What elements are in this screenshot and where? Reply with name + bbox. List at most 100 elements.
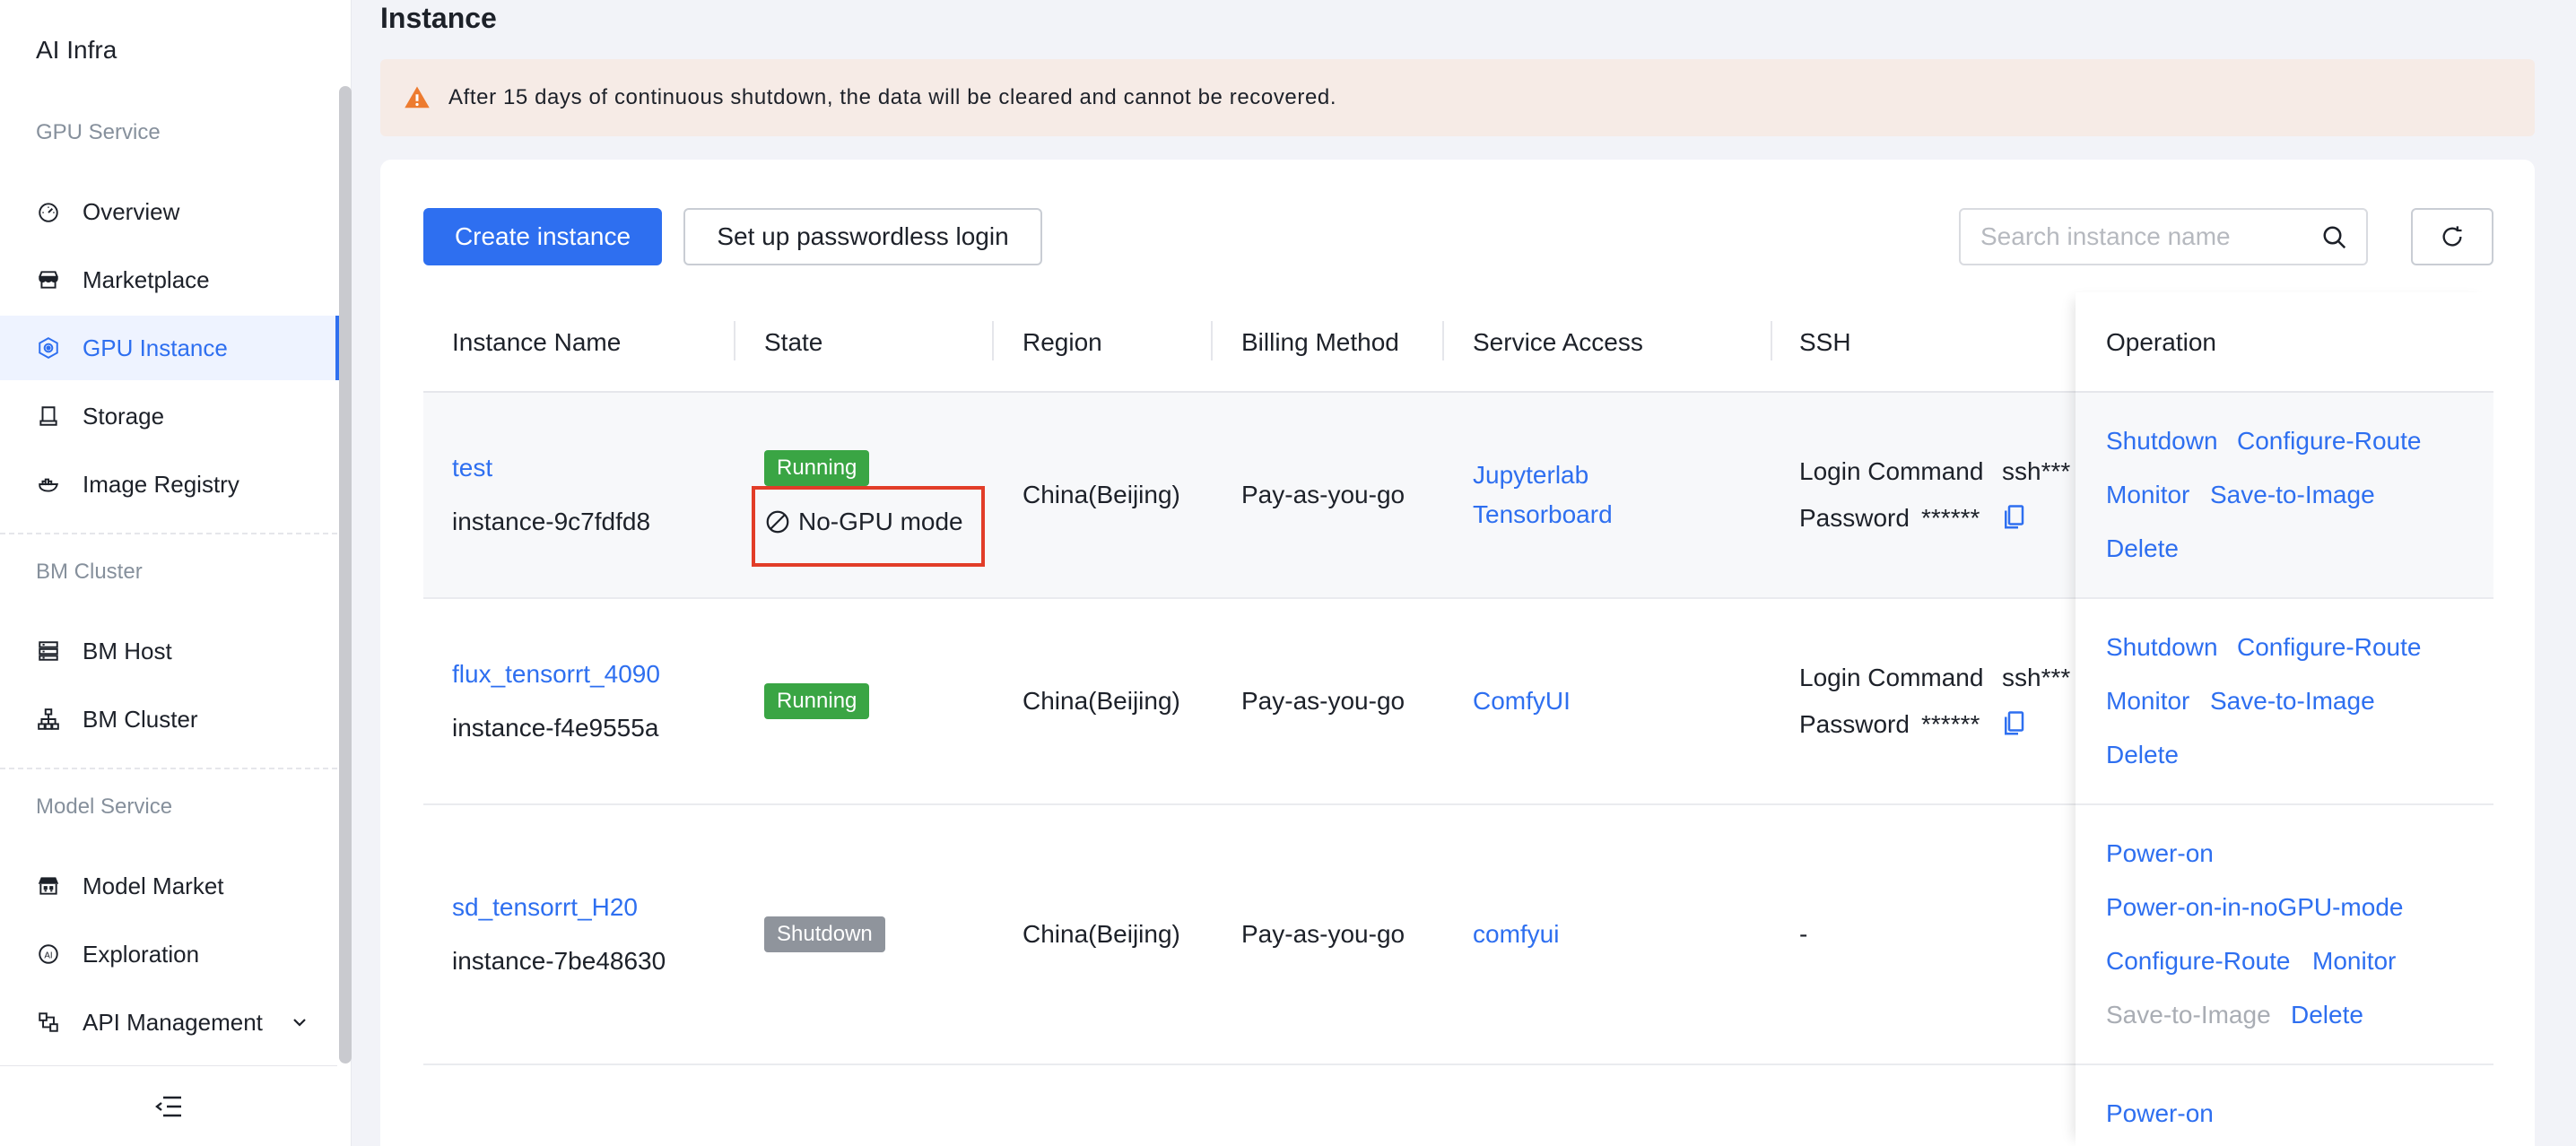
billing-cell: Pay-as-you-go	[1241, 687, 1405, 715]
instance-name-link[interactable]: flux_tensorrt_4090	[452, 660, 660, 689]
section-title-gpu-service: GPU Service	[36, 120, 161, 144]
ssh-password-label: Password	[1799, 504, 1910, 532]
billing-cell: Pay-as-you-go	[1241, 920, 1405, 948]
collapse-menu-icon[interactable]	[154, 1094, 183, 1119]
page-title: Instance	[380, 2, 497, 34]
section-title-bm-cluster: BM Cluster	[36, 560, 143, 584]
ssh-password-value: ******	[1921, 504, 1980, 532]
operation-column: Operation Shutdown Configure-Route Monit…	[2076, 292, 2493, 1146]
save-to-image-link[interactable]: Save-to-Image	[2210, 687, 2375, 716]
alert-text: After 15 days of continuous shutdown, th…	[448, 85, 1337, 109]
column-separator	[992, 321, 994, 360]
save-to-image-disabled: Save-to-Image	[2106, 1001, 2271, 1029]
copy-icon[interactable]	[2002, 504, 2025, 531]
power-on-link[interactable]: Power-on	[2106, 1099, 2214, 1128]
status-badge: Shutdown	[764, 916, 885, 952]
save-to-image-link[interactable]: Save-to-Image	[2210, 481, 2375, 509]
search-icon[interactable]	[2321, 224, 2348, 251]
sidebar: AI Infra GPU Service Overview Marketplac…	[0, 0, 352, 1146]
refresh-button[interactable]	[2411, 208, 2493, 265]
column-separator	[734, 321, 735, 360]
region-cell: China(Beijing)	[1023, 687, 1180, 715]
ssh-login-value: ssh***	[2002, 664, 2071, 691]
instance-id: instance-7be48630	[452, 947, 666, 975]
monitor-link[interactable]: Monitor	[2312, 947, 2396, 976]
configure-route-link[interactable]: Configure-Route	[2237, 633, 2421, 662]
sidebar-item-overview[interactable]: Overview	[0, 179, 337, 244]
server-icon	[36, 638, 61, 664]
instance-id: instance-f4e9555a	[452, 714, 659, 742]
sidebar-item-label: Exploration	[83, 940, 200, 968]
no-gpu-mode-indicator: No-GPU mode	[764, 508, 963, 536]
service-link-comfyui[interactable]: ComfyUI	[1473, 687, 1571, 716]
sidebar-scrollbar[interactable]	[339, 86, 352, 1064]
sidebar-item-image-registry[interactable]: Image Registry	[0, 452, 337, 517]
sidebar-item-label: BM Cluster	[83, 705, 198, 733]
column-header-region[interactable]: Region	[1023, 328, 1102, 357]
refresh-icon	[2442, 226, 2462, 247]
create-instance-button[interactable]: Create instance	[423, 208, 662, 265]
instance-name-link[interactable]: sd_tensorrt_H20	[452, 893, 638, 922]
delete-link[interactable]: Delete	[2106, 741, 2179, 769]
grid-store-icon	[36, 873, 61, 899]
power-on-nogpu-link[interactable]: Power-on-in-noGPU-mode	[2106, 893, 2403, 922]
column-separator	[1211, 321, 1213, 360]
column-header-service-access[interactable]: Service Access	[1473, 328, 1643, 357]
service-link-tensorboard[interactable]: Tensorboard	[1473, 500, 1613, 529]
no-gpu-mode-label: No-GPU mode	[798, 508, 963, 535]
container-icon	[36, 472, 61, 497]
sidebar-item-storage[interactable]: Storage	[0, 384, 337, 448]
sidebar-divider	[0, 768, 337, 769]
sidebar-item-gpu-instance[interactable]: GPU Instance	[0, 316, 339, 380]
sidebar-item-label: Overview	[83, 197, 180, 225]
delete-link[interactable]: Delete	[2106, 534, 2179, 563]
warning-icon	[405, 86, 430, 109]
status-badge: Running	[764, 683, 870, 719]
power-on-link[interactable]: Power-on	[2106, 839, 2214, 868]
ssh-empty: -	[1799, 920, 1808, 948]
search-input[interactable]	[1980, 210, 2321, 264]
billing-cell: Pay-as-you-go	[1241, 481, 1405, 508]
passwordless-login-button[interactable]: Set up passwordless login	[683, 208, 1042, 265]
column-header-state[interactable]: State	[764, 328, 822, 357]
monitor-link[interactable]: Monitor	[2106, 481, 2189, 509]
delete-link[interactable]: Delete	[2291, 1001, 2363, 1029]
sidebar-item-label: Model Market	[83, 872, 224, 899]
service-link-jupyterlab[interactable]: Jupyterlab	[1473, 461, 1588, 490]
configure-route-link[interactable]: Configure-Route	[2106, 947, 2290, 976]
column-header-instance-name[interactable]: Instance Name	[452, 328, 621, 357]
service-link-comfyui[interactable]: comfyui	[1473, 920, 1559, 949]
sidebar-item-marketplace[interactable]: Marketplace	[0, 247, 337, 312]
shutdown-link[interactable]: Shutdown	[2106, 633, 2218, 662]
instance-id: instance-9c7fdfd8	[452, 508, 651, 535]
column-separator	[1771, 321, 1772, 360]
column-separator	[1442, 321, 1444, 360]
copy-icon[interactable]	[2002, 710, 2025, 737]
sidebar-item-bm-cluster[interactable]: BM Cluster	[0, 687, 337, 751]
column-header-ssh[interactable]: SSH	[1799, 328, 1851, 357]
dashboard-icon	[36, 199, 61, 224]
sidebar-item-label: GPU Instance	[83, 334, 228, 361]
cluster-icon	[36, 707, 61, 732]
storage-icon	[36, 404, 61, 429]
sidebar-item-model-market[interactable]: Model Market	[0, 854, 337, 918]
chip-icon	[36, 335, 61, 360]
ssh-login-label: Login Command	[1799, 664, 1984, 691]
chevron-down-icon[interactable]	[289, 1011, 310, 1033]
prohibited-icon	[766, 510, 789, 534]
sidebar-item-api-management[interactable]: API Management	[0, 990, 337, 1055]
app-title: AI Infra	[36, 36, 117, 64]
shutdown-link[interactable]: Shutdown	[2106, 427, 2218, 456]
sidebar-item-exploration[interactable]: AI Exploration	[0, 922, 337, 986]
svg-text:AI: AI	[44, 951, 52, 960]
sidebar-item-label: API Management	[83, 1008, 263, 1036]
ai-icon: AI	[36, 942, 61, 967]
sidebar-item-label: Storage	[83, 402, 165, 430]
ssh-login-label: Login Command	[1799, 457, 1984, 485]
configure-route-link[interactable]: Configure-Route	[2237, 427, 2421, 456]
ssh-password-label: Password	[1799, 710, 1910, 738]
instance-name-link[interactable]: test	[452, 454, 492, 482]
column-header-billing-method[interactable]: Billing Method	[1241, 328, 1399, 357]
monitor-link[interactable]: Monitor	[2106, 687, 2189, 716]
sidebar-item-bm-host[interactable]: BM Host	[0, 619, 337, 683]
